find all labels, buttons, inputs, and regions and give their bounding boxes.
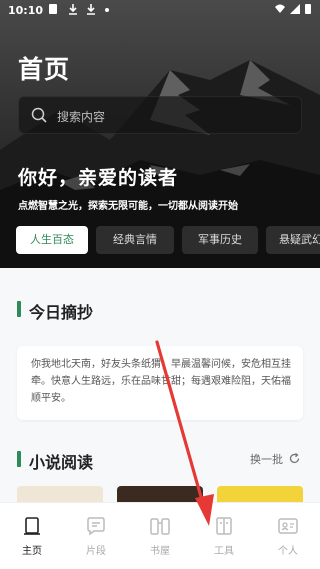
download-icon (86, 3, 96, 18)
profile-card-icon (277, 515, 299, 537)
nav-profile[interactable]: 个人 (256, 503, 320, 569)
tools-icon (213, 515, 235, 537)
tab-military-history[interactable]: 军事历史 (182, 226, 258, 254)
dot-icon (104, 3, 110, 18)
battery-icon (304, 3, 312, 18)
home-icon (21, 515, 43, 537)
nav-home[interactable]: 主页 (0, 503, 64, 569)
books-icon (149, 515, 171, 537)
page-title: 首页 (18, 55, 71, 84)
daily-excerpt-text: 你我地北天南，好友头条纸猬；早晨温馨问候，安危相互挂牵。快意人生路远，乐在品味甘… (31, 359, 291, 404)
nav-label: 个人 (278, 546, 298, 557)
status-time: 10:10 (8, 4, 44, 17)
refresh-icon (289, 452, 300, 466)
search-bar[interactable]: 搜索内容 (18, 96, 302, 134)
tab-life[interactable]: 人生百态 (16, 226, 88, 254)
search-placeholder: 搜索内容 (57, 110, 106, 124)
chat-bubble-icon (85, 515, 107, 537)
status-bar: 10:10 (0, 0, 320, 22)
search-icon (31, 107, 47, 127)
book-cover[interactable] (117, 486, 203, 502)
refresh-button[interactable]: 换一批 (250, 451, 300, 467)
tab-suspense[interactable]: 悬疑武幻 (266, 226, 320, 254)
nav-label: 片段 (86, 546, 106, 557)
section-marker (17, 301, 21, 317)
greeting-title: 你好，亲爱的读者 (18, 167, 179, 189)
tab-romance[interactable]: 经典言情 (96, 226, 174, 254)
nav-bookhouse[interactable]: 书屋 (128, 503, 192, 569)
bottom-navigation: 主页 片段 书屋 工具 个人 (0, 502, 320, 569)
greeting-slogan: 点燃智慧之光，探索无限可能，一切都从阅读开始 (18, 201, 238, 212)
refresh-label: 换一批 (250, 453, 283, 466)
nav-tools[interactable]: 工具 (192, 503, 256, 569)
wifi-icon (274, 3, 286, 18)
nav-label: 主页 (22, 546, 42, 557)
hero-banner: 10:10 首页 搜索内容 你好，亲爱的读者 点燃智慧之光，探索无限可能，一切都… (0, 0, 320, 268)
book-cover[interactable] (217, 486, 303, 502)
notification-icon (48, 3, 58, 18)
daily-excerpt-title: 今日摘抄 (29, 303, 94, 322)
novels-title: 小说阅读 (29, 453, 94, 472)
nav-label: 书屋 (150, 546, 170, 557)
section-marker (17, 451, 21, 467)
nav-snippets[interactable]: 片段 (64, 503, 128, 569)
book-cover[interactable] (17, 486, 103, 502)
nav-label: 工具 (214, 546, 234, 557)
download-icon (68, 3, 78, 18)
signal-icon (289, 3, 301, 18)
category-tabs: 人生百态 经典言情 军事历史 悬疑武幻 (16, 226, 320, 254)
daily-excerpt-card[interactable]: 你我地北天南，好友头条纸猬；早晨温馨问候，安危相互挂牵。快意人生路远，乐在品味甘… (17, 346, 303, 420)
